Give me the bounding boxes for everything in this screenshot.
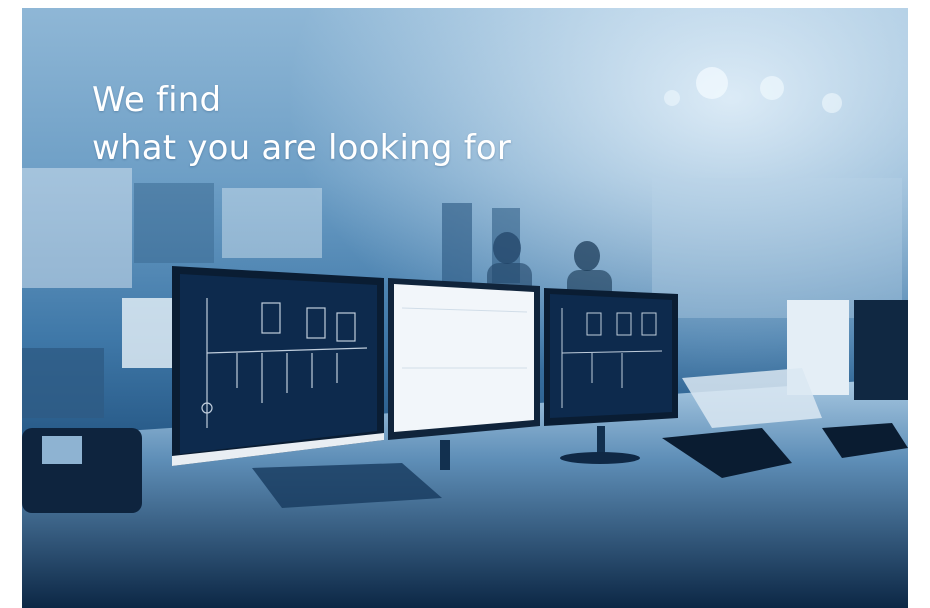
hero-headline: We find what you are looking for (92, 76, 511, 172)
headline-line-1: We find (92, 80, 222, 120)
headline-line-2: what you are looking for (92, 128, 512, 168)
hero-banner: We find what you are looking for (22, 8, 908, 608)
